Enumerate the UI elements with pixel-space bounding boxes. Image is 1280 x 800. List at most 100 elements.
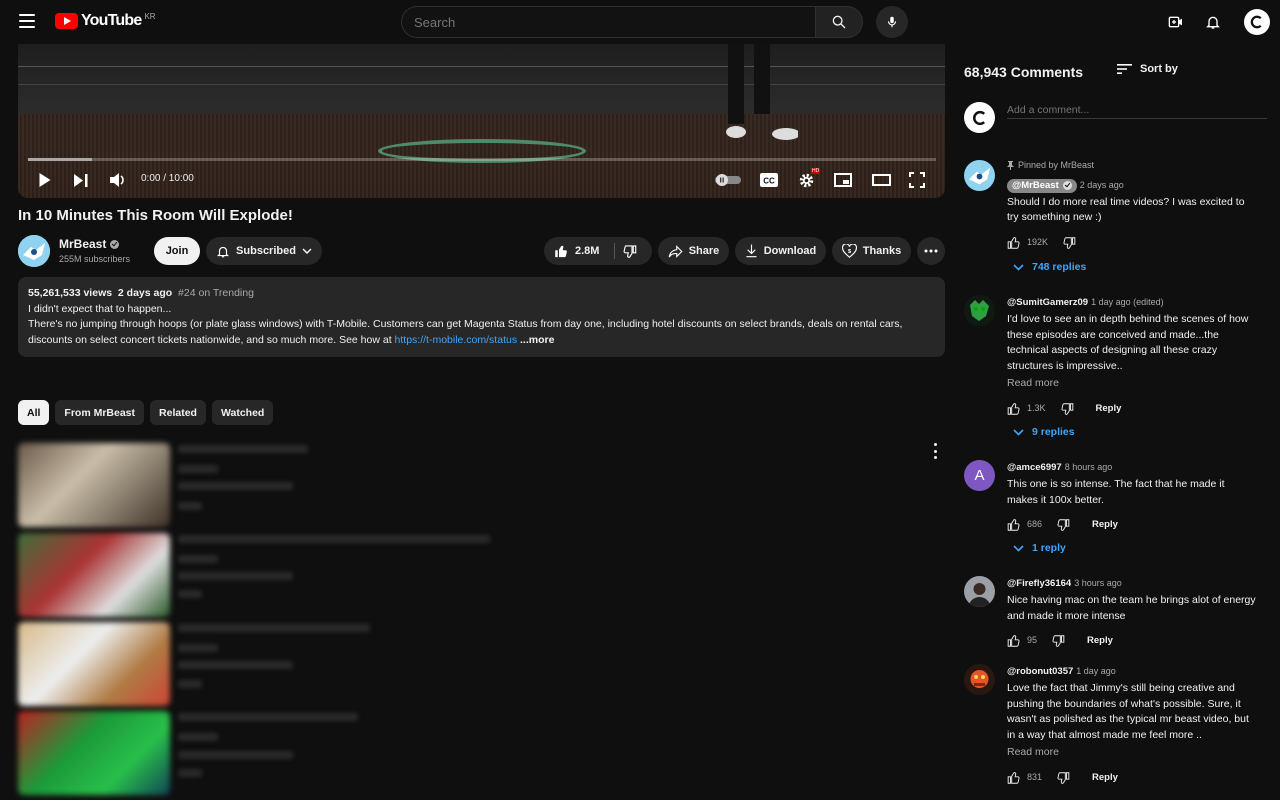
comment-author[interactable]: @SumitGamerz09: [1007, 297, 1088, 308]
next-button[interactable]: [73, 170, 89, 190]
sort-by-button[interactable]: Sort by: [1117, 63, 1178, 75]
volume-button[interactable]: [109, 170, 127, 190]
subscribed-button[interactable]: Subscribed: [206, 237, 322, 265]
recommendation-thumbnail[interactable]: [18, 533, 170, 617]
join-button[interactable]: Join: [154, 237, 200, 265]
comment-avatar[interactable]: [964, 664, 995, 695]
channel-name[interactable]: MrBeast: [59, 237, 120, 251]
like-button[interactable]: 2.8M: [554, 244, 599, 259]
thumbs-up-icon: [1007, 771, 1020, 784]
captions-icon: CC: [760, 173, 778, 187]
search-button[interactable]: [815, 6, 863, 38]
comment-count: 68,943 Comments: [964, 64, 1084, 80]
recommendation-thumbnail[interactable]: [18, 622, 170, 706]
comment-author[interactable]: @robonut0357: [1007, 666, 1073, 677]
thumbs-up-icon: [1007, 402, 1020, 415]
svg-text:CC: CC: [763, 177, 775, 186]
autoplay-toggle[interactable]: [715, 170, 741, 190]
chip-from-mrbeast[interactable]: From MrBeast: [55, 400, 145, 425]
tmobile-link[interactable]: https://t-mobile.com/status: [395, 334, 518, 346]
thumbs-down-icon: [1052, 635, 1065, 648]
reply-button[interactable]: Reply: [1092, 517, 1118, 533]
comment-like-button[interactable]: [1007, 771, 1021, 785]
theater-icon: [871, 174, 891, 186]
reply-button[interactable]: Reply: [1087, 633, 1113, 649]
comment-author[interactable]: @MrBeast: [1007, 178, 1077, 193]
sort-by-label: Sort by: [1140, 63, 1178, 75]
add-comment-input[interactable]: [1007, 101, 1267, 119]
comment-dislike-button[interactable]: [1060, 402, 1074, 416]
comment-like-button[interactable]: [1007, 236, 1021, 250]
dislike-button[interactable]: [622, 244, 637, 262]
comment-avatar[interactable]: [964, 576, 995, 607]
voice-search-button[interactable]: [876, 6, 908, 38]
comment-time[interactable]: 8 hours ago: [1065, 462, 1113, 472]
more-actions-button[interactable]: [917, 237, 945, 265]
comment-like-button[interactable]: [1007, 402, 1021, 416]
pinned-label: Pinned by MrBeast: [1007, 158, 1257, 174]
view-count: 55,261,533 views: [28, 287, 113, 299]
thumbs-down-icon: [1061, 403, 1073, 415]
scene-person: [726, 44, 798, 140]
reply-button[interactable]: Reply: [1092, 770, 1118, 786]
view-replies-button[interactable]: 9 replies: [1013, 426, 1075, 438]
comment-dislike-button[interactable]: [1056, 518, 1070, 532]
view-replies-button[interactable]: 1 reply: [1013, 542, 1066, 554]
comment-like-button[interactable]: [1007, 518, 1021, 532]
view-replies-button[interactable]: 748 replies: [1013, 261, 1086, 273]
verified-icon: [110, 239, 120, 249]
comment-body: @amce6997 8 hours ago This one is so inte…: [1007, 460, 1257, 534]
person-photo-icon: [968, 583, 991, 607]
video-player[interactable]: 0:00 / 10:00 CC HD: [18, 44, 945, 198]
fullscreen-button[interactable]: [908, 170, 926, 190]
comment-dislike-button[interactable]: [1062, 236, 1076, 250]
reply-button[interactable]: Reply: [1096, 401, 1122, 417]
miniplayer-button[interactable]: [834, 170, 852, 190]
comment-dislike-button[interactable]: [1051, 634, 1065, 648]
comment-body: @SumitGamerz09 1 day ago (edited) I'd lov…: [1007, 295, 1257, 418]
comment-avatar[interactable]: [964, 295, 995, 326]
comment-like-button[interactable]: [1007, 634, 1021, 648]
menu-icon[interactable]: [19, 14, 35, 28]
progress-bar[interactable]: [28, 158, 936, 161]
recommendation-menu-icon[interactable]: [927, 443, 943, 459]
like-dislike-group: 2.8M: [544, 237, 652, 265]
comment-time[interactable]: 3 hours ago: [1074, 578, 1122, 588]
read-more-link[interactable]: Read more: [1007, 376, 1257, 392]
chip-all[interactable]: All: [18, 400, 50, 425]
comment-avatar[interactable]: [964, 160, 995, 191]
description-more[interactable]: ...more: [520, 334, 554, 346]
thumbs-up-icon: [1007, 635, 1020, 648]
comment-time[interactable]: 1 day ago: [1076, 666, 1116, 676]
comment-author[interactable]: @Firefly36164: [1007, 578, 1071, 589]
comment-like-count: 686: [1027, 519, 1043, 530]
recommendation-thumbnail[interactable]: [18, 711, 170, 795]
search-input[interactable]: [401, 6, 816, 38]
comment-time[interactable]: 1 day ago (edited): [1091, 297, 1164, 307]
create-icon[interactable]: [1166, 12, 1186, 32]
recommendation-thumbnail[interactable]: [18, 443, 170, 527]
channel-avatar[interactable]: [18, 235, 50, 267]
thanks-button[interactable]: $ Thanks: [832, 237, 911, 265]
chip-watched[interactable]: Watched: [211, 400, 274, 425]
description-body: There's no jumping through hoops (or pla…: [28, 317, 935, 348]
comment-author[interactable]: @amce6997: [1007, 462, 1062, 473]
trending-link[interactable]: #24 on Trending: [178, 287, 254, 299]
captions-button[interactable]: CC: [760, 170, 778, 190]
description-box[interactable]: 55,261,533 views 2 days ago #24 on Trend…: [18, 277, 945, 357]
author-text: @MrBeast: [1012, 179, 1059, 191]
chip-related[interactable]: Related: [150, 400, 206, 425]
theater-mode-button[interactable]: [871, 170, 891, 190]
account-avatar[interactable]: [1244, 9, 1270, 35]
comment-avatar[interactable]: A: [964, 460, 995, 491]
download-button[interactable]: Download: [735, 237, 826, 265]
my-avatar: [964, 102, 995, 133]
read-more-link[interactable]: Read more: [1007, 745, 1257, 761]
play-button[interactable]: [36, 170, 52, 190]
notifications-icon[interactable]: [1203, 12, 1223, 32]
thumbs-down-icon: [1057, 519, 1070, 532]
youtube-logo[interactable]: YouTube KR: [55, 12, 156, 30]
comment-dislike-button[interactable]: [1056, 771, 1070, 785]
share-button[interactable]: Share: [658, 237, 729, 265]
comment-time[interactable]: 2 days ago: [1080, 180, 1124, 190]
